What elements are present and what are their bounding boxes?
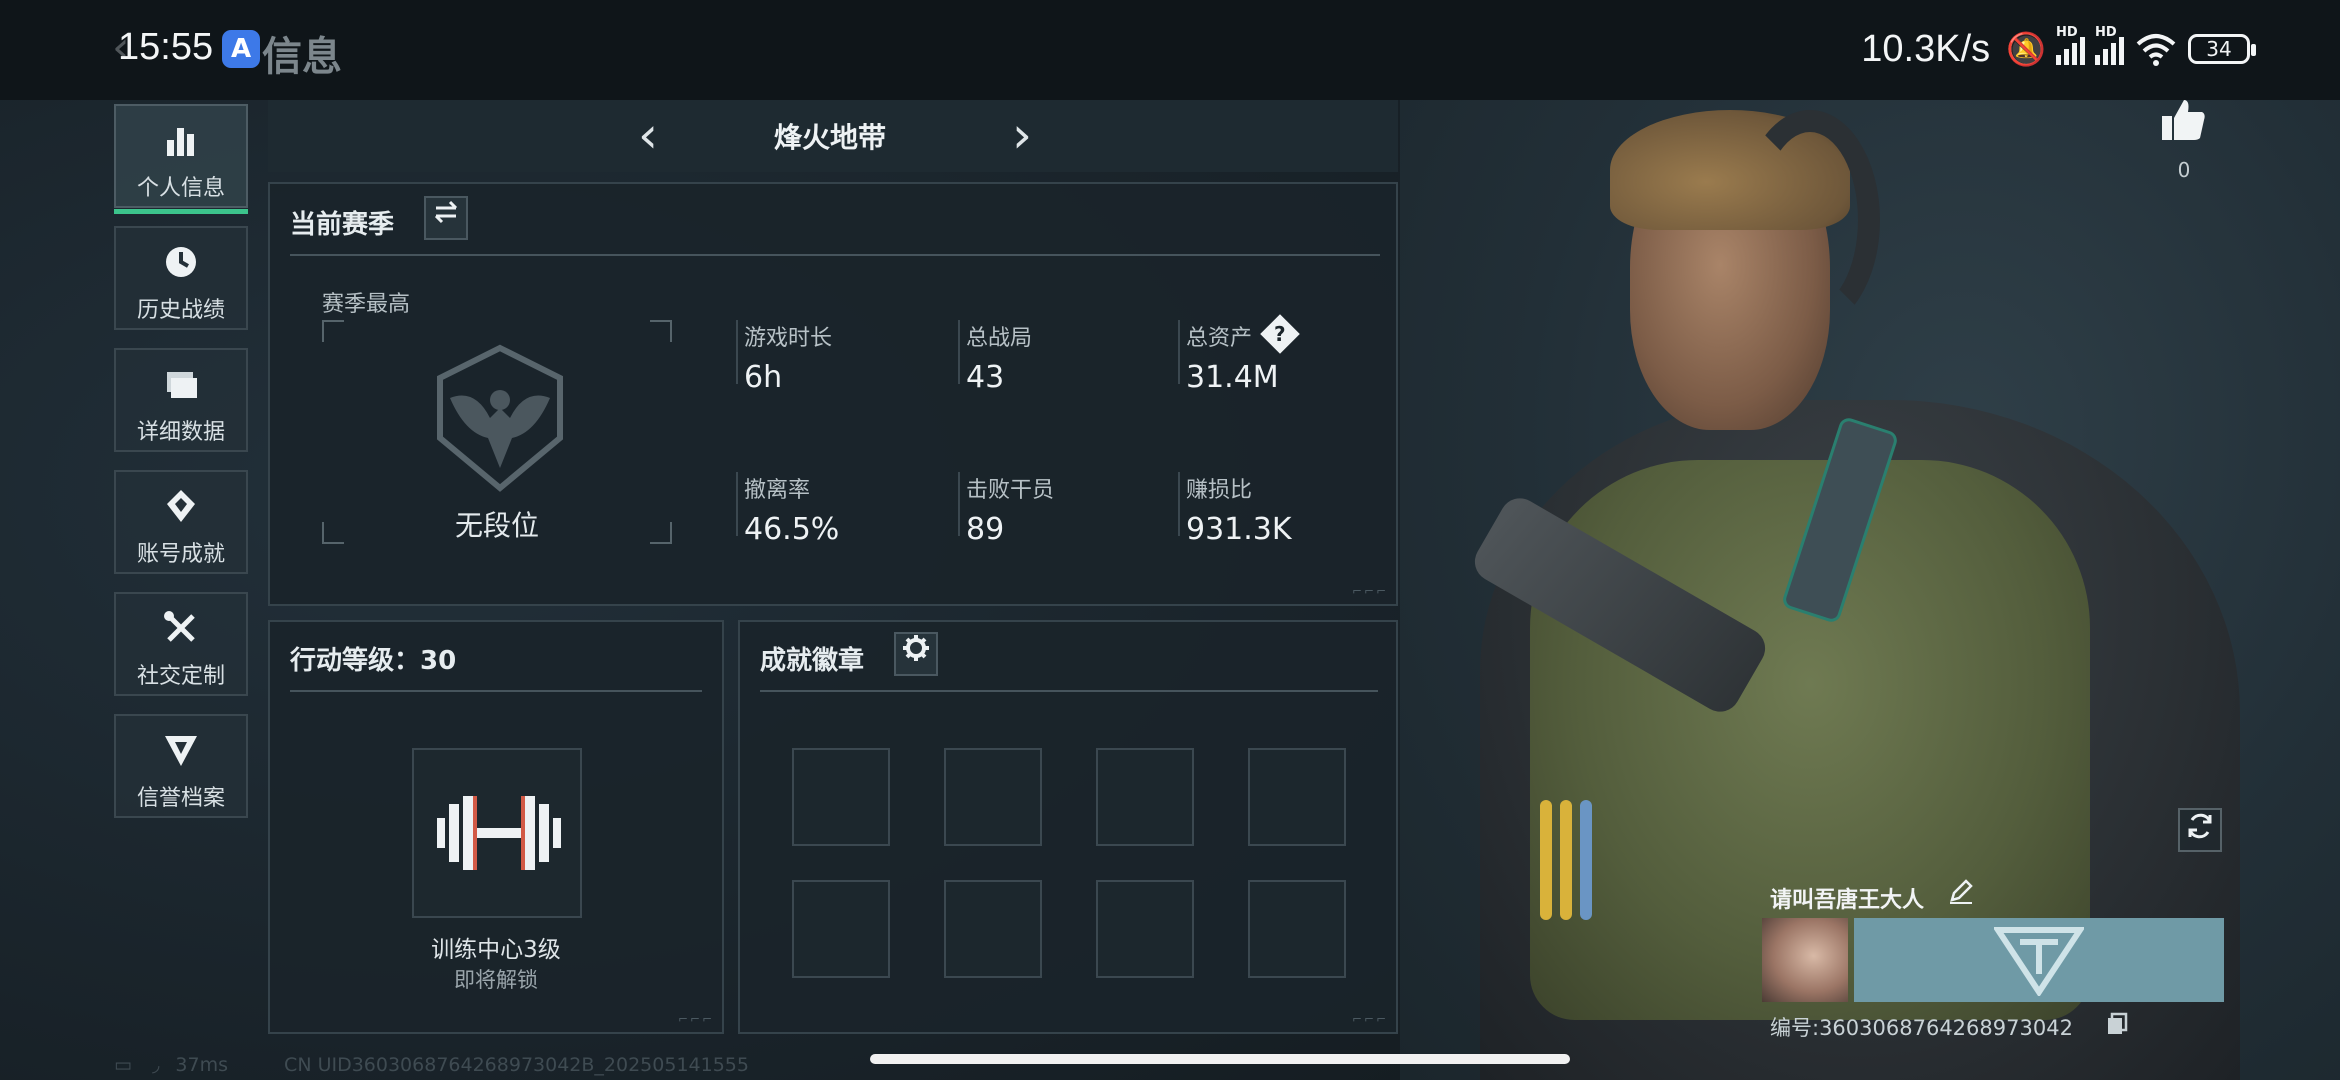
rank-emblem-box: 无段位 bbox=[322, 320, 672, 544]
eagle-emblem-icon bbox=[437, 344, 563, 492]
panel-corner-mark: ⌐⌐⌐ bbox=[1351, 584, 1388, 598]
stat-label-profit-ratio: 赚损比 bbox=[1186, 478, 1253, 503]
action-level-divider bbox=[290, 690, 702, 692]
player-name-card[interactable]: 请叫吾唐王大人 bbox=[1762, 878, 2224, 1002]
status-time: 15:55 bbox=[118, 26, 214, 68]
mute-icon: 🔕 bbox=[2006, 30, 2046, 68]
achievements-title: 成就徽章 bbox=[760, 646, 865, 676]
panel-corner-mark: ⌐⌐⌐ bbox=[677, 1012, 714, 1026]
stat-label-extraction-rate: 撤离率 bbox=[744, 478, 811, 503]
sidebar-item-label: 账号成就 bbox=[136, 542, 225, 567]
sidebar-item-label: 信誉档案 bbox=[136, 786, 225, 811]
page-title: 信息 bbox=[262, 34, 342, 80]
stat-value-total-matches: 43 bbox=[966, 360, 1005, 395]
stat-value-operators-defeated: 89 bbox=[966, 512, 1005, 547]
player-name: 请叫吾唐王大人 bbox=[1770, 888, 1925, 913]
home-indicator[interactable] bbox=[870, 1054, 1570, 1064]
season-best-label: 赛季最高 bbox=[322, 292, 411, 317]
wifi-icon bbox=[2136, 34, 2176, 66]
clock-icon bbox=[161, 242, 201, 282]
shield-icon bbox=[161, 730, 201, 770]
dumbbell-icon bbox=[437, 796, 561, 870]
sidebar-item-label: 社交定制 bbox=[136, 664, 225, 689]
refresh-icon bbox=[2188, 813, 2212, 839]
sidebar-item-credit[interactable]: 信誉档案 bbox=[114, 714, 248, 818]
switch-season-button[interactable] bbox=[424, 196, 468, 240]
battery-small-icon: ▭ bbox=[114, 1054, 132, 1076]
bar-chart-icon bbox=[161, 120, 201, 160]
medal-icon bbox=[161, 486, 201, 526]
stat-label-play-time: 游戏时长 bbox=[744, 326, 833, 351]
stat-value-total-assets: 31.4M bbox=[1186, 360, 1279, 395]
name-card-banner bbox=[1854, 918, 2224, 1002]
badge-settings-button[interactable] bbox=[894, 632, 938, 676]
training-center-box[interactable] bbox=[412, 748, 582, 918]
stat-value-play-time: 6h bbox=[744, 360, 783, 395]
avatar[interactable] bbox=[1762, 918, 1848, 1002]
player-uid: 编号:3603068764268973042 bbox=[1770, 1016, 2073, 1040]
like-count: 0 bbox=[2177, 158, 2191, 182]
edit-icon[interactable] bbox=[1948, 878, 1974, 910]
badge-slot[interactable] bbox=[792, 748, 890, 846]
badge-slot[interactable] bbox=[1248, 880, 1346, 978]
chevron-right-icon[interactable]: › bbox=[1002, 110, 1042, 160]
copy-icon[interactable] bbox=[2106, 1012, 2128, 1042]
battery-icon: 34 bbox=[2188, 34, 2256, 64]
badge-slot[interactable] bbox=[1096, 748, 1194, 846]
sidebar-item-label: 详细数据 bbox=[136, 420, 225, 445]
signal-2-icon: HD bbox=[2095, 25, 2124, 65]
badge-slot[interactable] bbox=[792, 880, 890, 978]
status-bar: ‹ 15:55 A 信息 10.3K/s 🔕 HD HD 34 bbox=[0, 0, 2340, 100]
footer-uid: CN UID3603068764268973042B_202505141555 bbox=[284, 1054, 749, 1076]
folder-icon bbox=[161, 364, 201, 404]
badge-slot[interactable] bbox=[1248, 748, 1346, 846]
training-center-label: 训练中心3级 bbox=[431, 937, 561, 963]
rank-text: 无段位 bbox=[454, 509, 539, 542]
sidebar-item-social[interactable]: 社交定制 bbox=[114, 592, 248, 696]
season-title: 当前赛季 bbox=[290, 210, 395, 240]
season-divider bbox=[290, 254, 1380, 256]
stat-value-profit-ratio: 931.3K bbox=[1186, 512, 1292, 547]
chevron-left-icon[interactable]: ‹ bbox=[628, 110, 668, 160]
sidebar-item-history[interactable]: 历史战绩 bbox=[114, 226, 248, 330]
gear-icon bbox=[903, 635, 929, 661]
ping-text: 37ms bbox=[175, 1054, 228, 1076]
badge-slot[interactable] bbox=[944, 880, 1042, 978]
achievements-divider bbox=[760, 690, 1378, 692]
sidebar-item-label: 个人信息 bbox=[136, 176, 225, 201]
signal-1-label: HD bbox=[2056, 25, 2078, 40]
rotate-model-button[interactable] bbox=[2178, 808, 2222, 852]
stat-label-total-assets: 总资产 bbox=[1186, 326, 1253, 351]
status-indicators: 10.3K/s 🔕 HD HD 34 bbox=[1861, 24, 2256, 74]
swap-icon bbox=[434, 200, 458, 224]
footer-info: ▭ ◞ 37ms CN UID3603068764268973042B_2025… bbox=[114, 1054, 749, 1076]
tools-icon bbox=[161, 608, 201, 648]
badge-slot[interactable] bbox=[944, 748, 1042, 846]
stat-label-operators-defeated: 击败干员 bbox=[966, 478, 1055, 503]
sidebar-item-details[interactable]: 详细数据 bbox=[114, 348, 248, 452]
action-level-title: 行动等级：30 bbox=[290, 646, 457, 676]
badge-slot[interactable] bbox=[1096, 880, 1194, 978]
wifi-small-icon: ◞ bbox=[152, 1054, 160, 1076]
sidebar-item-profile[interactable]: 个人信息 bbox=[114, 104, 248, 214]
sidebar-item-label: 历史战绩 bbox=[136, 298, 225, 323]
thumbs-up-icon[interactable] bbox=[2160, 96, 2208, 146]
app-badge-icon: A bbox=[222, 30, 260, 68]
unlock-status: 即将解锁 bbox=[454, 968, 538, 992]
panel-corner-mark: ⌐⌐⌐ bbox=[1351, 1012, 1388, 1026]
faction-emblem-icon bbox=[1994, 927, 2084, 996]
stat-label-total-matches: 总战局 bbox=[966, 326, 1033, 351]
network-speed: 10.3K/s bbox=[1861, 27, 1991, 70]
signal-2-label: HD bbox=[2095, 25, 2117, 40]
signal-1-icon: HD bbox=[2056, 25, 2085, 65]
stat-value-extraction-rate: 46.5% bbox=[744, 512, 840, 547]
sidebar-item-achievements[interactable]: 账号成就 bbox=[114, 470, 248, 574]
mode-title: 烽火地带 bbox=[773, 121, 886, 154]
